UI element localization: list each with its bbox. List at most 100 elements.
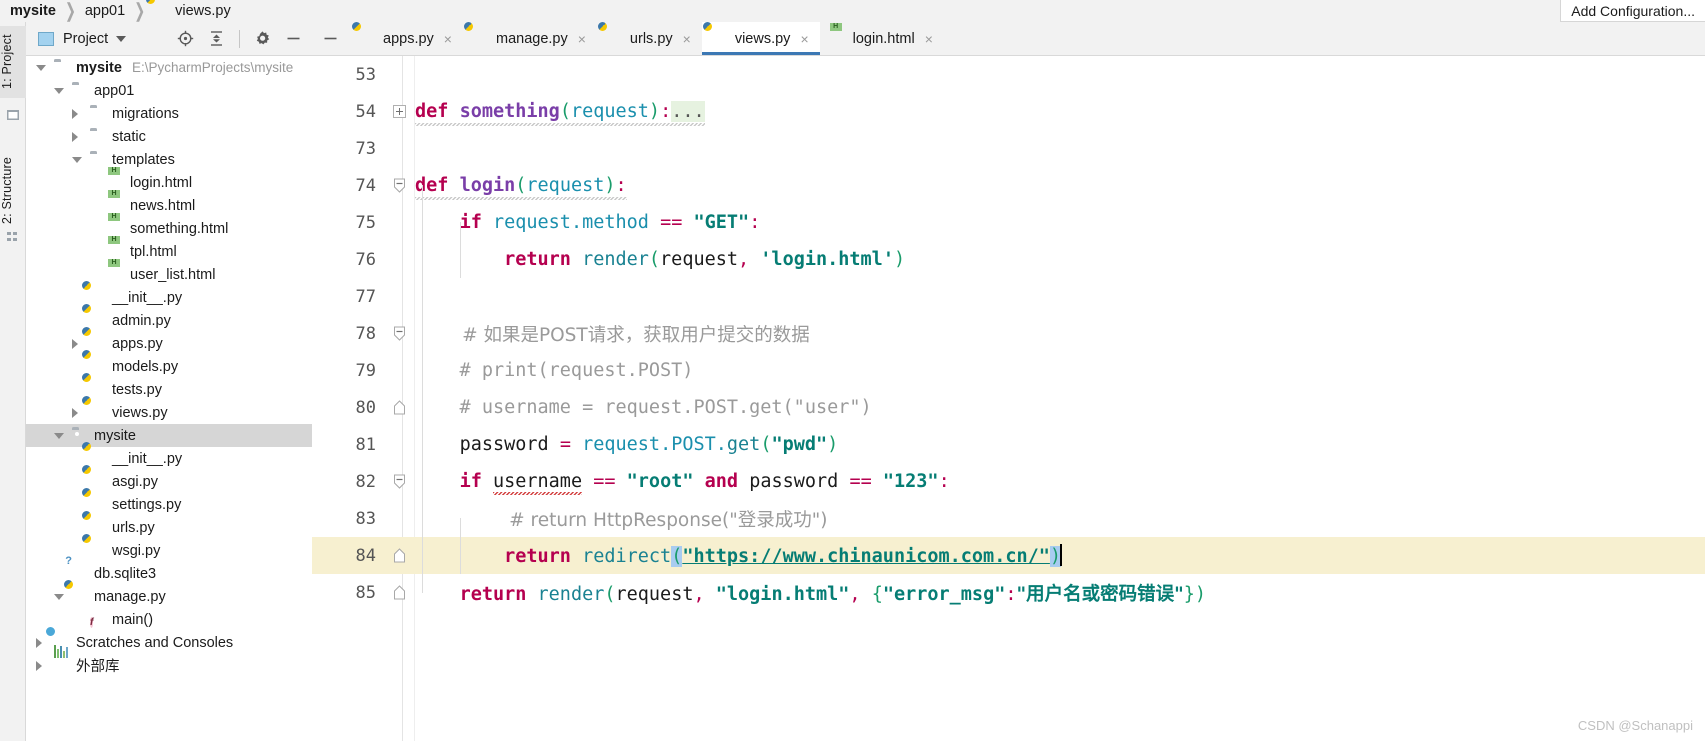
tree-item-login-html[interactable]: login.html bbox=[26, 171, 312, 194]
fold-gutter[interactable] bbox=[384, 463, 415, 500]
editor-tab-manage-py[interactable]: manage.py × bbox=[463, 22, 597, 55]
tree-item-manage-py[interactable]: manage.py bbox=[26, 585, 312, 608]
tree-item-tpl-html[interactable]: tpl.html bbox=[26, 240, 312, 263]
editor-tab-views-py[interactable]: views.py × bbox=[701, 22, 820, 55]
chevron-down-icon[interactable] bbox=[54, 593, 64, 600]
line-number: 76 bbox=[355, 249, 376, 270]
fold-collapse-end-icon[interactable] bbox=[393, 548, 406, 563]
close-icon[interactable]: × bbox=[578, 31, 586, 47]
code-line[interactable]: 54 def something(request):... bbox=[312, 93, 1705, 130]
tree-item-settings-py[interactable]: settings.py bbox=[26, 493, 312, 516]
fold-collapse-icon[interactable] bbox=[393, 474, 406, 489]
code-line[interactable]: 78 # 如果是POST请求，获取用户提交的数据 bbox=[312, 315, 1705, 352]
token-keyword: if bbox=[459, 212, 482, 233]
chevron-right-icon[interactable] bbox=[36, 637, 42, 648]
tree-item-asgi-py[interactable]: asgi.py bbox=[26, 470, 312, 493]
tree-item-urls-py[interactable]: urls.py bbox=[26, 516, 312, 539]
close-icon[interactable]: × bbox=[800, 31, 808, 47]
folded-region[interactable]: ... bbox=[671, 101, 705, 122]
tree-item-migrations[interactable]: migrations bbox=[26, 102, 312, 125]
code-line[interactable]: 75 if request.method == "GET": bbox=[312, 204, 1705, 241]
tree-item-scratches-and-consoles[interactable]: Scratches and Consoles bbox=[26, 631, 312, 654]
chevron-down-icon[interactable] bbox=[72, 156, 82, 163]
breadcrumb-item-app01[interactable]: app01 bbox=[85, 0, 125, 22]
close-icon[interactable]: × bbox=[444, 31, 452, 47]
code-line[interactable]: 73 bbox=[312, 130, 1705, 167]
tree-item-templates[interactable]: templates bbox=[26, 148, 312, 171]
code-line[interactable]: 77 bbox=[312, 278, 1705, 315]
tree-item-app01[interactable]: app01 bbox=[26, 79, 312, 102]
line-number: 75 bbox=[355, 212, 376, 233]
sidebar-tab-project[interactable]: 1: Project bbox=[0, 26, 26, 98]
code-area[interactable]: 53 54 def something(request):... 73 74 d… bbox=[312, 56, 1705, 741]
collapse-all-icon[interactable] bbox=[208, 30, 225, 47]
hide-panel-icon[interactable] bbox=[285, 30, 302, 47]
tree-item-tests-py[interactable]: tests.py bbox=[26, 378, 312, 401]
fold-gutter[interactable] bbox=[384, 93, 415, 130]
tree-item-views-py[interactable]: views.py bbox=[26, 401, 312, 424]
fold-expand-icon[interactable] bbox=[393, 105, 406, 118]
chevron-right-icon[interactable] bbox=[36, 660, 42, 671]
fold-gutter[interactable] bbox=[384, 537, 415, 574]
tree-item-label: 外部库 bbox=[76, 659, 120, 675]
tree-item-label: something.html bbox=[130, 220, 229, 237]
code-editor[interactable]: 53 54 def something(request):... 73 74 d… bbox=[312, 56, 1705, 741]
sidebar-tab-structure[interactable]: 2: Structure bbox=[0, 148, 26, 232]
tree-item-init-py[interactable]: __init__.py bbox=[26, 286, 312, 309]
close-icon[interactable]: × bbox=[683, 31, 691, 47]
code-line[interactable]: 82 if username == "root" and password ==… bbox=[312, 463, 1705, 500]
tree-item-static[interactable]: static bbox=[26, 125, 312, 148]
close-icon[interactable]: × bbox=[925, 31, 933, 47]
chevron-right-icon[interactable] bbox=[72, 108, 78, 119]
fold-collapse-icon[interactable] bbox=[393, 178, 406, 193]
fold-gutter[interactable] bbox=[384, 389, 415, 426]
chevron-down-icon[interactable] bbox=[54, 87, 64, 94]
tree-item-news-html[interactable]: news.html bbox=[26, 194, 312, 217]
code-line[interactable]: 76 return render(request, 'login.html') bbox=[312, 241, 1705, 278]
code-line[interactable]: 81 password = request.POST.get("pwd") bbox=[312, 426, 1705, 463]
folder-icon bbox=[90, 129, 106, 145]
chevron-down-icon[interactable] bbox=[54, 432, 64, 439]
editor-tab-login-html[interactable]: login.html × bbox=[820, 22, 944, 55]
chevron-down-icon[interactable] bbox=[36, 64, 46, 71]
line-number: 77 bbox=[355, 286, 376, 307]
fold-collapse-end-icon[interactable] bbox=[393, 585, 406, 600]
code-line[interactable]: 80 # username = request.POST.get("user") bbox=[312, 389, 1705, 426]
code-line-current[interactable]: 84 return redirect("https://www.chinauni… bbox=[312, 537, 1705, 574]
code-line[interactable]: 53 bbox=[312, 56, 1705, 93]
tree-item-mysite[interactable]: mysite E:\PycharmProjects\mysite bbox=[26, 56, 312, 79]
breadcrumb-item-project[interactable]: mysite bbox=[10, 0, 56, 22]
code-line[interactable]: 79 # print(request.POST) bbox=[312, 352, 1705, 389]
fold-gutter[interactable] bbox=[384, 167, 415, 204]
tree-item-[interactable]: 外部库 bbox=[26, 644, 312, 677]
tree-item-something-html[interactable]: something.html bbox=[26, 217, 312, 240]
fold-collapse-icon[interactable] bbox=[393, 326, 406, 341]
tree-item-main[interactable]: f main() bbox=[26, 608, 312, 631]
gear-icon[interactable] bbox=[254, 30, 271, 47]
tree-item-apps-py[interactable]: apps.py bbox=[26, 332, 312, 355]
chevron-right-icon[interactable] bbox=[72, 338, 78, 349]
token-url-string[interactable]: "https://www.chinaunicom.com.cn/" bbox=[682, 546, 1050, 567]
tree-item-mysite[interactable]: mysite bbox=[26, 424, 312, 447]
tree-item-user-list-html[interactable]: user_list.html bbox=[26, 263, 312, 286]
add-configuration-button[interactable]: Add Configuration... bbox=[1560, 0, 1705, 22]
breadcrumb-item-file[interactable]: views.py bbox=[154, 0, 231, 22]
editor-tab-strip[interactable]: apps.py × manage.py × urls.py × views.py × login… bbox=[312, 22, 1705, 56]
code-line[interactable]: 83 # return HttpResponse("登录成功") bbox=[312, 500, 1705, 537]
code-line[interactable]: 74 def login(request): bbox=[312, 167, 1705, 204]
fold-gutter[interactable] bbox=[384, 574, 415, 611]
locate-icon[interactable] bbox=[177, 30, 194, 47]
tree-item-init-py[interactable]: __init__.py bbox=[26, 447, 312, 470]
chevron-right-icon[interactable] bbox=[72, 131, 78, 142]
editor-tab-apps-py[interactable]: apps.py × bbox=[350, 22, 463, 55]
chevron-down-icon[interactable] bbox=[116, 35, 127, 42]
hide-editor-icon[interactable] bbox=[312, 22, 350, 55]
chevron-right-icon[interactable] bbox=[72, 407, 78, 418]
tree-item-models-py[interactable]: models.py bbox=[26, 355, 312, 378]
code-line[interactable]: 85 return render(request, "login.html", … bbox=[312, 574, 1705, 611]
fold-collapse-end-icon[interactable] bbox=[393, 400, 406, 415]
editor-tab-urls-py[interactable]: urls.py × bbox=[597, 22, 702, 55]
project-tree[interactable]: mysite E:\PycharmProjects\mysite app01 migr… bbox=[26, 56, 312, 741]
tree-item-admin-py[interactable]: admin.py bbox=[26, 309, 312, 332]
fold-gutter[interactable] bbox=[384, 315, 415, 352]
